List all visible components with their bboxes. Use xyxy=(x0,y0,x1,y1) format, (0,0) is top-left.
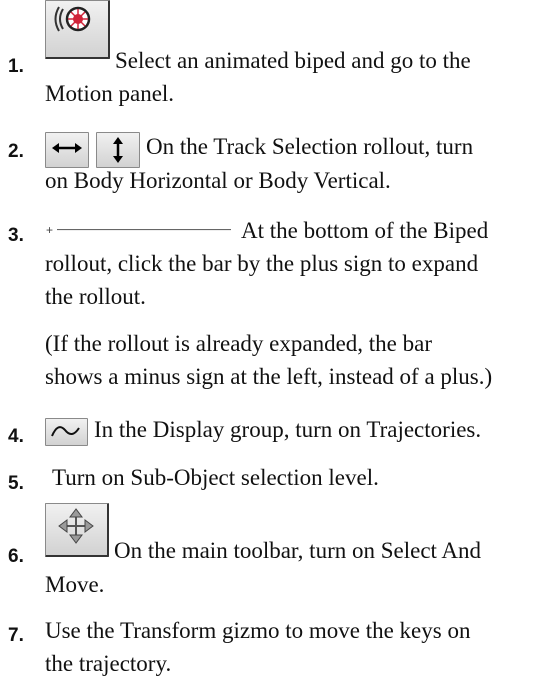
body-horizontal-icon[interactable] xyxy=(45,132,89,168)
step-text-line: Motion panel. xyxy=(45,81,175,106)
step-text-line: Use the Transform gizmo to move the keys… xyxy=(45,618,471,643)
step-number: 6. xyxy=(8,546,24,567)
step-text-line: Turn on Sub-Object selection level. xyxy=(52,465,379,490)
note-text-line: shows a minus sign at the left, instead … xyxy=(45,364,493,389)
step-text-line: In the Display group, turn on Trajectori… xyxy=(94,417,482,442)
step-text-line: on Body Horizontal or Body Vertical. xyxy=(45,168,391,193)
step-number: 4. xyxy=(8,426,24,447)
step-number: 7. xyxy=(8,625,24,646)
step-number: 2. xyxy=(8,141,24,162)
step-text-line: rollout, click the bar by the plus sign … xyxy=(45,251,479,276)
step-text-line: the trajectory. xyxy=(45,651,172,676)
instruction-document: 1. Select an animated biped and go to th… xyxy=(0,0,550,690)
step-number: 5. xyxy=(8,473,24,494)
body-vertical-icon[interactable] xyxy=(96,132,140,168)
plus-icon: + xyxy=(46,223,54,237)
step-text-line: Select an animated biped and go to the xyxy=(115,48,471,73)
motion-panel-icon[interactable] xyxy=(45,0,110,59)
step-number: 3. xyxy=(8,225,24,246)
step-text-line: Move. xyxy=(45,572,105,597)
note-text-line: (If the rollout is already expanded, the… xyxy=(45,331,433,356)
rollout-bar-line xyxy=(57,229,231,231)
select-and-move-icon[interactable] xyxy=(45,503,109,557)
trajectories-icon[interactable] xyxy=(45,418,88,446)
step-text-line: On the main toolbar, turn on Select And xyxy=(114,538,482,563)
rollout-expand-bar[interactable]: + xyxy=(45,219,233,243)
step-text-line: the rollout. xyxy=(45,284,146,309)
step-number: 1. xyxy=(8,56,24,77)
step-text-line: On the Track Selection rollout, turn xyxy=(146,134,474,159)
step-text-line: At the bottom of the Biped xyxy=(241,218,489,243)
